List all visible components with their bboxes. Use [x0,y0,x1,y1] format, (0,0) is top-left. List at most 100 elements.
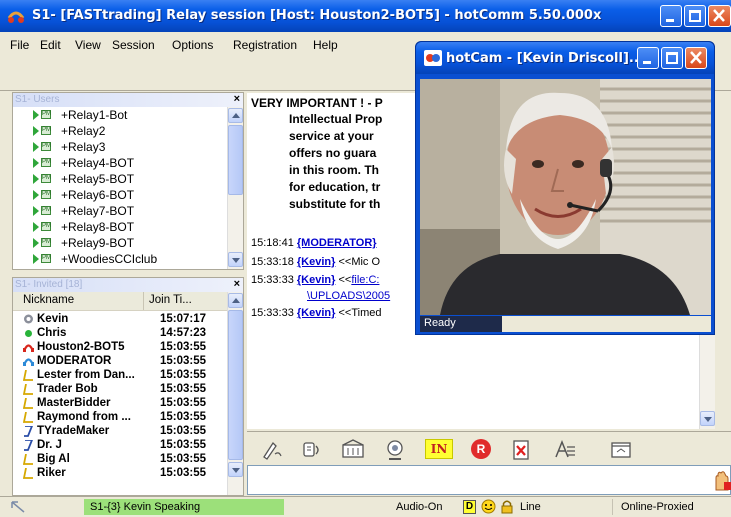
group-icon[interactable] [341,439,365,461]
column-header-nickname[interactable]: Nickname [23,294,74,306]
expand-triangle-icon [33,190,39,200]
users-panel: S1- Users × PM +Relay1-Bot PM +Relay2 PM +R… [12,92,244,270]
hotcam-app-icon[interactable] [424,50,442,66]
line-status: Line [520,501,541,513]
table-row[interactable]: Dr. J 15:03:55 [23,438,233,452]
column-divider[interactable] [143,292,144,310]
list-item[interactable]: PM +WoodiesCCIclub [33,251,157,267]
notice-title: VERY IMPORTANT ! - P [251,96,383,110]
pm-icon: PM [41,206,51,215]
scroll-thumb[interactable] [228,125,243,195]
table-row[interactable]: Riker 15:03:55 [23,466,233,480]
window-restore-icon[interactable] [609,439,633,461]
table-row[interactable]: Kevin 15:07:17 [23,312,233,326]
speaker-mic-icon[interactable] [301,439,325,461]
menu-file[interactable]: File [10,38,29,52]
table-row[interactable]: Big Al 15:03:55 [23,452,233,466]
nickname-cell: Lester from Dan... [37,369,135,381]
column-header-jointime[interactable]: Join Ti... [149,294,192,306]
handwriting-icon[interactable] [261,439,285,461]
message-nick-link[interactable]: {Kevin} [297,256,336,268]
jointime-cell: 15:03:55 [160,453,207,465]
list-item[interactable]: PM +Relay2 [33,123,105,139]
message-nick-link[interactable]: {Kevin} [297,307,336,319]
scroll-down-button[interactable] [228,252,243,267]
table-row[interactable]: Trader Bob 15:03:55 [23,382,233,396]
title-bar[interactable]: S1- [FASTtrading] Relay session [Host: H… [0,0,731,32]
table-row[interactable]: TYradeMaker 15:03:55 [23,424,233,438]
chat-message: 15:33:33 {Kevin} <<Timed [251,307,381,319]
expand-triangle-icon [33,142,39,152]
users-panel-header: S1- Users × [13,93,243,107]
app-icon[interactable] [7,7,25,25]
table-row[interactable]: Chris 14:57:23 [23,326,233,340]
list-item[interactable]: PM +Relay9-BOT [33,235,135,251]
in-badge-button[interactable]: IN [425,439,453,459]
scroll-down-button[interactable] [228,462,243,477]
hotcam-window[interactable]: hotCam - [Kevin Driscoll]... Ready [415,41,715,335]
hotcam-close-button[interactable] [685,47,707,69]
webcam-icon[interactable] [383,439,407,461]
menu-registration[interactable]: Registration [233,38,297,52]
menu-help[interactable]: Help [313,38,338,52]
list-item[interactable]: PM +Relay8-BOT [33,219,134,235]
menu-session[interactable]: Session [112,38,155,52]
push-to-talk-icon[interactable] [712,470,731,492]
pen-icon [23,384,33,395]
chat-message: 15:33:33 {Kevin} <<file:C: [251,274,379,286]
table-row[interactable]: Lester from Dan... 15:03:55 [23,368,233,382]
font-icon[interactable] [553,439,577,461]
nickname-cell: Riker [37,467,66,479]
delete-document-icon[interactable] [509,439,533,461]
message-time: 15:33:33 [251,307,294,319]
expand-triangle-icon [33,110,39,120]
menu-options[interactable]: Options [172,38,213,52]
users-scrollbar[interactable] [227,107,243,269]
nickname-cell: TYradeMaker [37,425,110,437]
blue-pen-icon [24,426,33,437]
list-item[interactable]: PM +Relay1-Bot [33,107,128,123]
invited-panel-close-icon[interactable]: × [234,278,240,291]
message-nick-link[interactable]: {Kevin} [297,274,336,286]
moderator-headset-icon [23,358,34,366]
pm-icon: PM [41,158,51,167]
list-item[interactable]: PM +Relay7-BOT [33,203,134,219]
file-link-continuation[interactable]: \UPLOADS\2005 [307,290,390,302]
scroll-down-button[interactable] [700,411,715,426]
table-row[interactable]: MODERATOR 15:03:55 [23,354,233,368]
jointime-cell: 15:03:55 [160,369,207,381]
file-link[interactable]: file:C: [351,274,379,286]
close-button[interactable] [708,5,731,27]
users-panel-title: S1- Users [15,94,60,105]
list-item[interactable]: PM +Relay6-BOT [33,187,134,203]
list-item[interactable]: PM +Relay3 [33,139,105,155]
list-item[interactable]: PM +Relay4-BOT [33,155,134,171]
nickname-cell: MasterBidder [37,397,111,409]
users-panel-close-icon[interactable]: × [234,93,240,106]
table-row[interactable]: Houston2-BOT5 15:03:55 [23,340,233,354]
nickname-cell: MODERATOR [37,355,112,367]
menu-edit[interactable]: Edit [40,38,61,52]
message-nick-link[interactable]: {MODERATOR} [297,237,377,249]
scroll-thumb[interactable] [228,310,243,460]
user-label: +Relay9-BOT [61,236,135,250]
expand-triangle-icon [33,254,39,264]
expand-triangle-icon [33,206,39,216]
minimize-button[interactable] [660,5,682,27]
jointime-cell: 15:03:55 [160,341,207,353]
invited-scrollbar[interactable] [227,292,243,495]
table-row[interactable]: Raymond from ... 15:03:55 [23,410,233,424]
list-item[interactable]: PM +Relay5-BOT [33,171,134,187]
scroll-up-button[interactable] [228,293,243,308]
record-button[interactable]: R [471,439,491,459]
user-label: +Relay1-Bot [61,108,128,122]
jointime-cell: 15:03:55 [160,467,207,479]
scroll-up-button[interactable] [228,108,243,123]
table-row[interactable]: MasterBidder 15:03:55 [23,396,233,410]
message-input[interactable] [247,465,731,495]
hotcam-maximize-button[interactable] [661,47,683,69]
menu-view[interactable]: View [75,38,101,52]
hotcam-minimize-button[interactable] [637,47,659,69]
maximize-button[interactable] [684,5,706,27]
nickname-cell: Big Al [37,453,70,465]
